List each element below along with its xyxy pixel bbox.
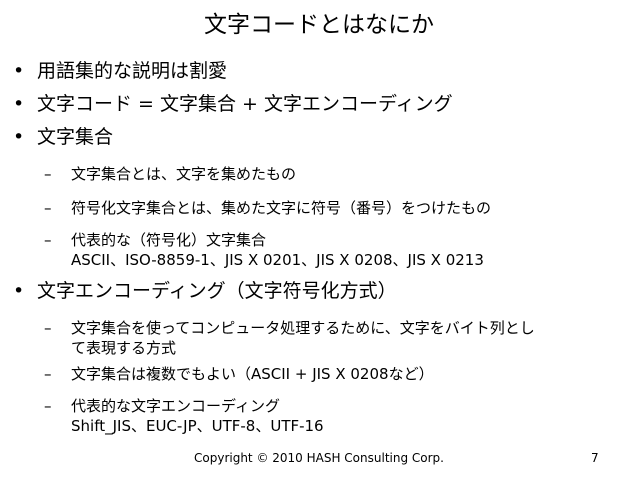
bullet-marker: • xyxy=(13,60,25,82)
sub-text-line-1: 文字集合を使ってコンピュータ処理するために、文字をバイト列とし xyxy=(71,319,535,337)
bullet-marker: • xyxy=(13,126,25,148)
sub-text-line-1: 文字集合は複数でもよい（ASCII + JIS X 0208など） xyxy=(71,365,434,383)
copyright-footer: Copyright © 2010 HASH Consulting Corp. xyxy=(194,451,444,465)
page-number: 7 xyxy=(591,451,599,465)
dash-marker: – xyxy=(44,319,52,337)
bullet-item-1: • 用語集的な説明は割愛 xyxy=(13,58,227,84)
bullet-text: 用語集的な説明は割愛 xyxy=(37,60,228,82)
sub-text-line-2: ASCII、ISO-8859-1、JIS X 0201、JIS X 0208、J… xyxy=(71,251,484,269)
slide: 文字コードとはなにか • 用語集的な説明は割愛 • 文字コード = 文字集合 + 文… xyxy=(0,0,638,479)
sub-item-4-1: – 文字集合を使ってコンピュータ処理するために、文字をバイト列とし て表現する方… xyxy=(44,318,633,358)
sub-item-3-2: – 符号化文字集合とは、集めた文字に符号（番号）をつけたもの xyxy=(44,198,633,218)
sub-text-line-1: 文字集合とは、文字を集めたもの xyxy=(71,165,297,183)
bullet-text: 文字集合 xyxy=(37,126,114,148)
bullet-marker: • xyxy=(13,280,25,302)
bullet-text: 文字コード = 文字集合 + 文字エンコーディング xyxy=(37,93,453,115)
dash-marker: – xyxy=(44,365,52,383)
sub-text-line-1: 代表的な文字エンコーディング xyxy=(71,397,280,415)
dash-marker: – xyxy=(44,199,52,217)
dash-marker: – xyxy=(44,231,52,249)
bullet-item-2: • 文字コード = 文字集合 + 文字エンコーディング xyxy=(13,91,453,117)
sub-item-4-2: – 文字集合は複数でもよい（ASCII + JIS X 0208など） xyxy=(44,364,633,384)
bullet-item-4: • 文字エンコーディング（文字符号化方式） xyxy=(13,278,397,304)
sub-item-3-1: – 文字集合とは、文字を集めたもの xyxy=(44,164,633,184)
dash-marker: – xyxy=(44,397,52,415)
sub-text-line-2: て表現する方式 xyxy=(71,339,177,357)
bullet-text: 文字エンコーディング（文字符号化方式） xyxy=(37,280,397,302)
slide-title: 文字コードとはなにか xyxy=(204,12,434,38)
sub-text-line-2: Shift_JIS、EUC-JP、UTF-8、UTF-16 xyxy=(71,417,324,435)
sub-text-line-1: 代表的な（符号化）文字集合 xyxy=(71,231,267,249)
sub-text-line-1: 符号化文字集合とは、集めた文字に符号（番号）をつけたもの xyxy=(71,199,492,217)
dash-marker: – xyxy=(44,165,52,183)
sub-item-3-3: – 代表的な（符号化）文字集合 ASCII、ISO-8859-1、JIS X 0… xyxy=(44,230,633,270)
sub-item-4-3: – 代表的な文字エンコーディング Shift_JIS、EUC-JP、UTF-8、… xyxy=(44,396,633,436)
bullet-marker: • xyxy=(13,93,25,115)
bullet-item-3: • 文字集合 xyxy=(13,124,113,150)
